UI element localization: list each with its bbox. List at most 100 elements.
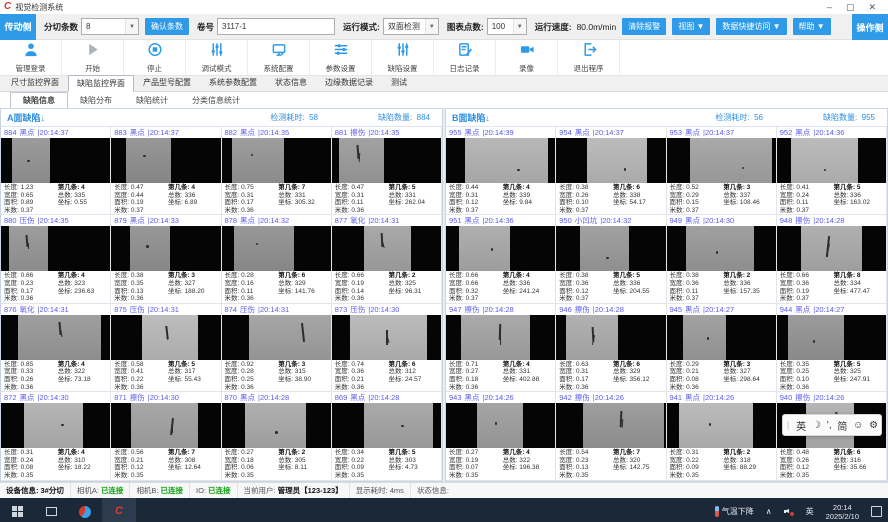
volume-button[interactable] [778,498,800,522]
defect-cell-941[interactable]: 941黑点|20:14:26 长度: 0.31 宽度: 0.22 面积: 0.0… [667,392,777,480]
defect-image[interactable] [667,403,776,448]
defect-image[interactable] [667,315,776,360]
defect-image[interactable] [111,138,220,183]
defect-image[interactable] [1,315,110,360]
defect-image[interactable] [111,315,220,360]
defect-cell-946[interactable]: 946擦伤|20:14:28 长度: 0.63 宽度: 0.31 面积: 0.1… [556,304,666,392]
subtab-分类信息统计[interactable]: 分类信息统计 [180,93,252,108]
defect-image[interactable] [222,315,331,360]
defect-cell-950[interactable]: 950小凹坑|20:14:32 长度: 0.38 宽度: 0.36 面积: 0.… [556,215,666,303]
defect-cell-952[interactable]: 952黑点|20:14:36 长度: 0.41 宽度: 0.24 面积: 0.1… [777,127,887,215]
view-menu-button[interactable]: 视图 ▼ [672,18,710,35]
defect-image[interactable] [111,226,220,271]
clear-alarm-button[interactable]: 清除报警 [622,18,666,35]
defect-image[interactable] [332,138,441,183]
chart-points-select[interactable]: 100▼ [487,18,527,35]
defect-image[interactable] [1,403,110,448]
defect-image[interactable] [446,403,555,448]
ime-language-button[interactable]: 英 [800,498,820,522]
defect-cell-947[interactable]: 947擦伤|20:14:28 长度: 0.71 宽度: 0.27 面积: 0.1… [446,304,556,392]
defect-cell-884[interactable]: 884黑点|20:14:37 长度: 1.23 宽度: 0.65 面积: 0.8… [1,127,111,215]
defect-image[interactable] [332,226,441,271]
panel-title[interactable]: B面缺陷↓ [452,111,490,124]
defect-image[interactable] [332,403,441,448]
defect-cell-945[interactable]: 945黑点|20:14:27 长度: 0.29 宽度: 0.21 面积: 0.0… [667,304,777,392]
defect-image[interactable] [332,315,441,360]
defect-image[interactable] [222,403,331,448]
action-sliders-h-button[interactable]: 参数设置 [310,40,372,75]
action-stop-button[interactable]: 停止 [124,40,186,75]
clock-tray-item[interactable]: 20:14 2025/2/10 [820,498,865,522]
defect-cell-874[interactable]: 874压伤|20:14:31 长度: 0.92 宽度: 0.28 面积: 0.2… [222,304,332,392]
weather-tray-item[interactable]: 气温下降 [709,498,760,522]
defect-cell-870[interactable]: 870黑点|20:14:28 长度: 0.27 宽度: 0.18 面积: 0.0… [222,392,332,480]
defect-cell-876[interactable]: 876氧化|20:14:31 长度: 0.85 宽度: 0.33 面积: 0.2… [1,304,111,392]
defect-cell-948[interactable]: 948擦伤|20:14:28 长度: 0.66 宽度: 0.36 面积: 0.1… [777,215,887,303]
defect-image[interactable] [556,315,665,360]
notification-center-button[interactable] [865,498,888,522]
defect-cell-943[interactable]: 943黑点|20:14:26 长度: 0.27 宽度: 0.19 面积: 0.0… [446,392,556,480]
action-play-button[interactable]: 开始 [62,40,124,75]
maximize-button[interactable]: ▢ [846,0,855,14]
defect-cell-877[interactable]: 877氧化|20:14:31 长度: 0.66 宽度: 0.19 面积: 0.1… [332,215,442,303]
defect-cell-873[interactable]: 873压伤|20:14:30 长度: 0.74 宽度: 0.36 面积: 0.2… [332,304,442,392]
defect-image[interactable] [667,138,776,183]
defect-image[interactable] [1,138,110,183]
defect-image[interactable] [446,138,555,183]
ime-fullhalf-icon[interactable]: ☽ [812,420,821,431]
defect-cell-871[interactable]: 871擦伤|20:14:30 长度: 0.56 宽度: 0.21 面积: 0.1… [111,392,221,480]
action-camera-button[interactable]: 录像 [496,40,558,75]
defect-image[interactable] [556,403,665,448]
browser-taskbar-button[interactable] [68,498,102,522]
defect-image[interactable] [556,226,665,271]
action-log-button[interactable]: 日志记录 [434,40,496,75]
defect-cell-875[interactable]: 875压伤|20:14:31 长度: 0.58 宽度: 0.41 面积: 0.2… [111,304,221,392]
tab-系统参数配置[interactable]: 系统参数配置 [200,74,266,91]
ime-punct-icon[interactable]: ’, [827,420,832,431]
run-mode-select[interactable]: 双面检测▼ [383,18,439,35]
action-sliders-v-button[interactable]: 缺陷设置 [372,40,434,75]
defect-image[interactable] [111,403,220,448]
quick-access-menu-button[interactable]: 数据快捷访问 ▼ [716,18,786,35]
operator-side-button[interactable]: 操作侧 [852,14,888,40]
defect-cell-869[interactable]: 869黑点|20:14:28 长度: 0.34 宽度: 0.22 面积: 0.0… [332,392,442,480]
defect-cell-882[interactable]: 882黑点|20:14:35 长度: 0.75 宽度: 0.31 面积: 0.1… [222,127,332,215]
close-button[interactable]: ✕ [868,0,876,14]
defect-cell-881[interactable]: 881擦伤|20:14:35 长度: 0.47 宽度: 0.31 面积: 0.1… [332,127,442,215]
ime-lang-toggle[interactable]: 英 [796,418,806,433]
defect-image[interactable] [667,226,776,271]
inspection-app-taskbar-button[interactable]: C [102,498,136,522]
defect-cell-878[interactable]: 878黑点|20:14:32 长度: 0.28 宽度: 0.16 面积: 0.1… [222,215,332,303]
tab-状态信息[interactable]: 状态信息 [266,74,316,91]
ime-emoji-icon[interactable]: ☺ [853,420,863,431]
subtab-缺陷信息[interactable]: 缺陷信息 [10,92,68,109]
defect-cell-954[interactable]: 954黑点|20:14:37 长度: 0.38 宽度: 0.26 面积: 0.1… [556,127,666,215]
defect-image[interactable] [446,315,555,360]
hidden-icons-button[interactable]: ∧ [760,498,778,522]
defect-cell-880[interactable]: 880压伤|20:14:35 长度: 0.66 宽度: 0.23 面积: 0.1… [1,215,111,303]
roll-number-input[interactable]: 3117-1 [217,18,335,35]
defect-cell-883[interactable]: 883黑点|20:14:37 长度: 0.47 宽度: 0.44 面积: 0.1… [111,127,221,215]
tab-产品型号配置[interactable]: 产品型号配置 [134,74,200,91]
tab-缺陷监控界面[interactable]: 缺陷监控界面 [68,75,134,92]
ime-toolbar[interactable]: ∣英☽’,简☺⚙ [782,414,882,436]
subtab-缺陷统计[interactable]: 缺陷统计 [124,93,180,108]
task-view-button[interactable] [34,498,68,522]
defect-image[interactable] [777,226,886,271]
defect-cell-951[interactable]: 951黑点|20:14:36 长度: 0.66 宽度: 0.66 面积: 0.3… [446,215,556,303]
subtab-缺陷分布[interactable]: 缺陷分布 [68,93,124,108]
defect-image[interactable] [777,315,886,360]
defect-cell-940[interactable]: 940擦伤|20:14:26 长度: 0.48 宽度: 0.26 面积: 0.1… [777,392,887,480]
defect-cell-953[interactable]: 953黑点|20:14:37 长度: 0.52 宽度: 0.29 面积: 0.1… [667,127,777,215]
action-user-button[interactable]: 管理登录 [0,40,62,75]
defect-image[interactable] [777,138,886,183]
defect-cell-872[interactable]: 872黑点|20:14:30 长度: 0.31 宽度: 0.24 面积: 0.0… [1,392,111,480]
tab-测试[interactable]: 测试 [382,74,416,91]
slit-count-select[interactable]: 8▼ [81,18,139,35]
defect-image[interactable] [1,226,110,271]
defect-image[interactable] [222,226,331,271]
action-debug-button[interactable]: 调试模式 [186,40,248,75]
defect-image[interactable] [556,138,665,183]
tab-边缘数据记录[interactable]: 边缘数据记录 [316,74,382,91]
ime-simplified-icon[interactable]: 简 [837,418,847,433]
